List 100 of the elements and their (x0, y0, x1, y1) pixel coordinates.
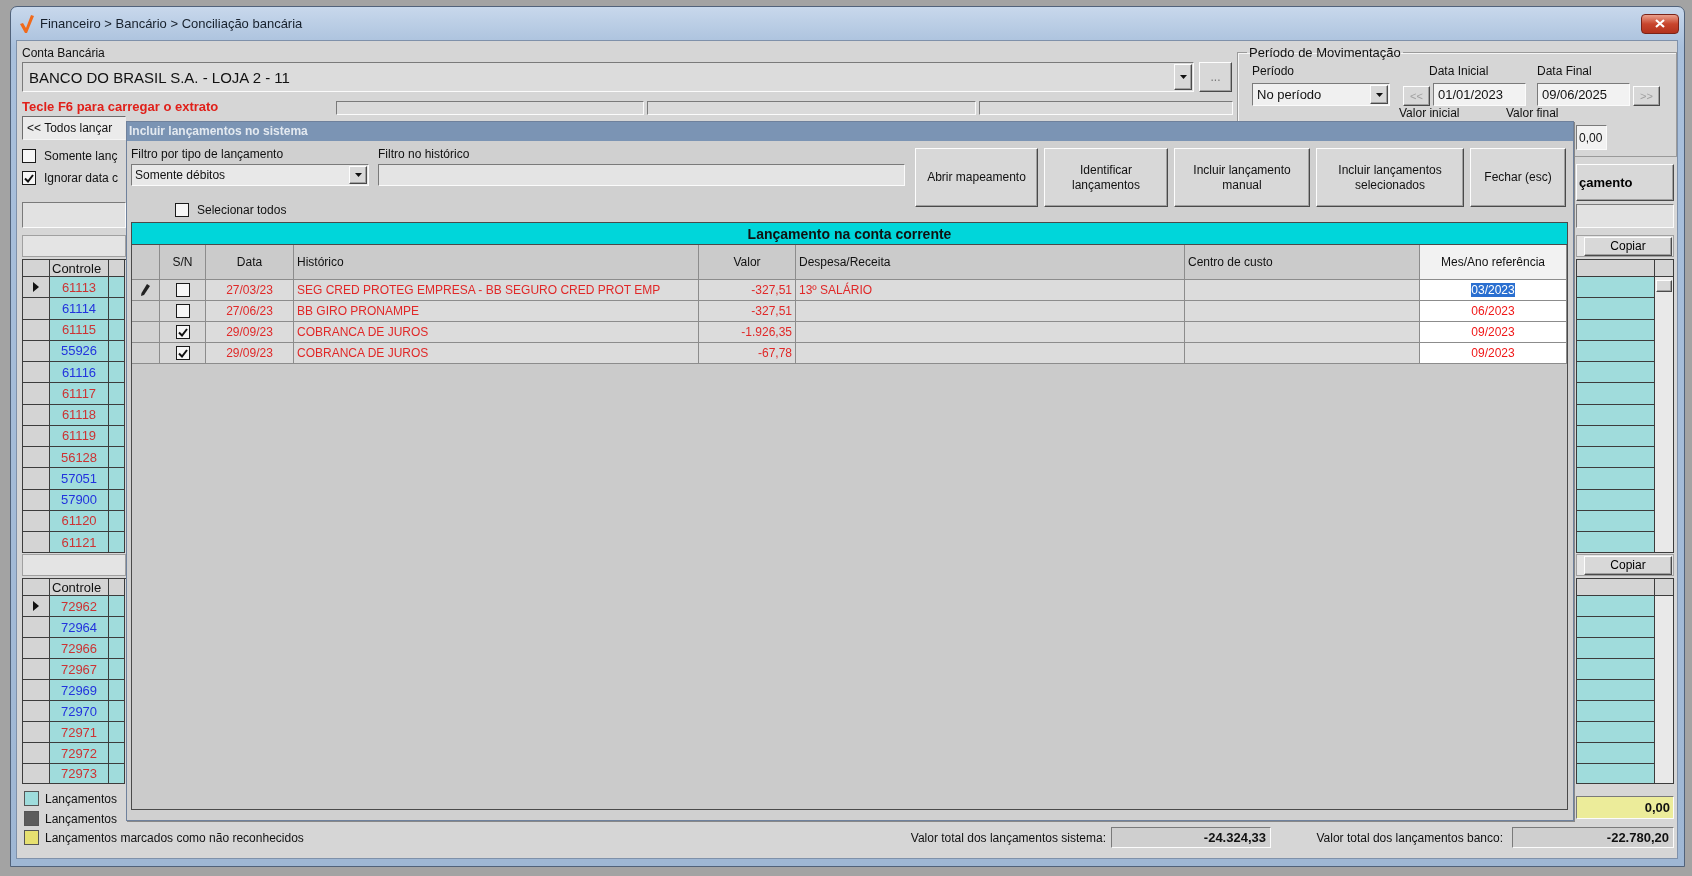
start-date-field[interactable]: 01/01/2023 (1433, 83, 1526, 106)
checkbox-label[interactable]: Ignorar data c (44, 171, 119, 185)
table-cell[interactable]: 09/2023 (1420, 343, 1567, 364)
dialog-button[interactable]: Abrir mapeamento (915, 148, 1038, 207)
record-number: 72964 (60, 619, 98, 635)
record-number: 56128 (60, 449, 98, 465)
row-header-cell[interactable] (23, 510, 50, 532)
row-header-cell[interactable] (23, 638, 50, 659)
end-date-field[interactable]: 09/06/2025 (1537, 83, 1630, 106)
table-cell[interactable]: 03/2023 (1420, 280, 1567, 301)
dropdown-button[interactable] (1370, 85, 1388, 104)
pencil-icon (141, 284, 150, 296)
table-cell: -327,51 (699, 301, 796, 322)
row-header-cell[interactable] (23, 298, 50, 320)
record-number: 61119 (61, 428, 97, 444)
record-number: 61120 (61, 513, 97, 529)
column-header[interactable]: Mes/Ano referência (1420, 245, 1567, 280)
row-header-cell[interactable] (23, 277, 50, 299)
row-header-cell[interactable] (132, 343, 160, 364)
total-field: -24.324,33 (1111, 827, 1271, 848)
column-header[interactable]: S/N (160, 245, 206, 280)
row-header-cell[interactable] (23, 340, 50, 362)
row-header-cell[interactable] (23, 532, 50, 554)
checkbox[interactable] (175, 325, 190, 339)
checkbox[interactable] (175, 202, 189, 217)
caret-icon (1375, 92, 1383, 97)
record-number: 72971 (60, 724, 98, 740)
table-cell[interactable]: 09/2023 (1420, 322, 1567, 343)
dialog-button[interactable]: Fechar (esc) (1470, 148, 1566, 207)
checkbox-label[interactable]: Somente lanç (44, 149, 118, 163)
field-label: Data Final (1537, 65, 1593, 78)
column-header[interactable]: Controle (50, 579, 109, 596)
scroll-thumb[interactable] (1656, 280, 1672, 292)
table-cell: BB GIRO PRONAMPE (294, 301, 699, 322)
dialog-button[interactable]: Identificar lançamentos (1044, 148, 1168, 207)
row-header-cell[interactable] (23, 680, 50, 701)
action-button[interactable]: çamento (1576, 164, 1674, 201)
row-header-cell[interactable] (23, 764, 50, 784)
history-filter-field[interactable] (378, 164, 905, 186)
column-header[interactable]: Centro de custo (1185, 245, 1420, 280)
checkbox[interactable] (22, 171, 36, 185)
triangle-icon (33, 282, 39, 293)
scrollbar[interactable] (1655, 596, 1674, 784)
checkbox[interactable] (175, 346, 190, 360)
legend-label: Lançamentos (45, 791, 118, 806)
row-header-cell[interactable] (23, 722, 50, 743)
copy-button[interactable]: Copiar (1584, 555, 1672, 575)
copy-button[interactable]: Copiar (1584, 236, 1672, 256)
table-cell: SEG CRED PROTEG EMPRESA - BB SEGURO CRED PROT EMP (294, 280, 699, 301)
record-number: 72973 (60, 766, 98, 781)
table-cell: -67,78 (699, 343, 796, 364)
column-header[interactable]: Despesa/Receita (796, 245, 1185, 280)
value-field[interactable]: 0,00 (1576, 125, 1607, 150)
row-header-cell[interactable] (23, 701, 50, 722)
table-cell: COBRANCA DE JUROS (294, 343, 699, 364)
dropdown-button[interactable] (1174, 64, 1192, 90)
account-dropdown[interactable]: BANCO DO BRASIL S.A. - LOJA 2 - 11 (22, 62, 1194, 92)
summary-field[interactable] (1576, 204, 1674, 228)
row-header-cell[interactable] (23, 468, 50, 490)
checkbox[interactable] (22, 149, 36, 163)
dialog-button[interactable]: Incluir lançamentos selecionados (1316, 148, 1464, 207)
record-number: 72972 (60, 745, 98, 761)
field-label: Valor inicial (1399, 107, 1461, 120)
row-header-cell[interactable] (23, 362, 50, 384)
total-label: Valor total dos lançamentos sistema: (909, 830, 1106, 845)
row-header-cell[interactable] (23, 743, 50, 764)
type-dropdown[interactable]: Somente débitos (131, 164, 369, 186)
row-header-cell[interactable] (132, 322, 160, 343)
dropdown-button[interactable] (349, 166, 367, 184)
row-header-cell[interactable] (132, 280, 160, 301)
row-header-cell[interactable] (23, 659, 50, 680)
row-header-cell[interactable] (23, 447, 50, 469)
record-number: 72969 (60, 682, 98, 698)
dialog-button[interactable]: Incluir lançamento manual (1174, 148, 1310, 207)
row-header-cell[interactable] (23, 489, 50, 511)
row-header-cell[interactable] (23, 617, 50, 638)
row-header-cell[interactable] (23, 425, 50, 447)
table-cell[interactable]: 06/2023 (1420, 301, 1567, 322)
row-header-cell[interactable] (23, 319, 50, 341)
record-number: 61113 (61, 279, 97, 295)
record-number: 61121 (61, 534, 97, 550)
checkbox[interactable] (175, 304, 190, 318)
column-header[interactable]: Valor (699, 245, 796, 280)
column-header[interactable]: Data (206, 245, 294, 280)
scrollbar[interactable] (1655, 277, 1674, 554)
close-button[interactable] (1641, 13, 1679, 34)
checkbox-label[interactable]: Selecionar todos (197, 202, 287, 217)
row-header-cell[interactable] (23, 596, 50, 617)
field-label: Filtro por tipo de lançamento (131, 147, 285, 161)
filter-dropdown[interactable]: << Todos lançar (22, 116, 126, 140)
caret-icon (1179, 75, 1187, 79)
row-header-cell[interactable] (23, 383, 50, 405)
checkbox[interactable] (175, 283, 190, 297)
table-cell: -1.926,35 (699, 322, 796, 343)
column-header[interactable]: Controle (50, 260, 109, 277)
column-header[interactable]: Histórico (294, 245, 699, 280)
period-dropdown[interactable]: No período (1252, 83, 1390, 106)
row-header-cell[interactable] (23, 404, 50, 426)
row-header-cell[interactable] (132, 301, 160, 322)
check-icon (177, 327, 188, 337)
